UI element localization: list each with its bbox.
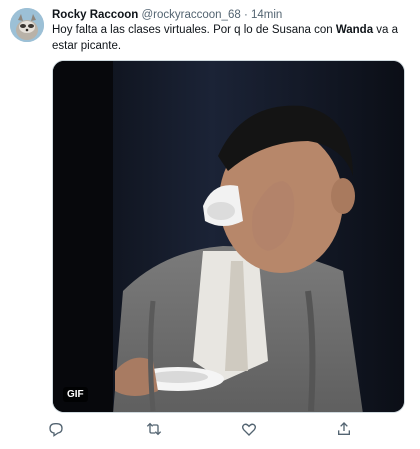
heart-icon: [242, 423, 256, 436]
gif-media[interactable]: GIF: [52, 60, 405, 413]
gif-badge: GIF: [63, 387, 88, 402]
share-button[interactable]: [336, 421, 354, 439]
share-icon: [338, 422, 350, 435]
author-handle[interactable]: @rockyraccoon_68: [141, 9, 240, 21]
tweet[interactable]: Rocky Raccoon @rockyraccoon_68 · 14min H…: [0, 0, 420, 449]
like-button[interactable]: [241, 421, 259, 439]
tweet-header: Rocky Raccoon @rockyraccoon_68 · 14min: [52, 7, 282, 23]
gif-frame-image: [53, 61, 404, 412]
raccoon-avatar-image: [10, 8, 44, 42]
tweet-text: Hoy falta a las clases virtuales. Por q …: [52, 23, 402, 54]
separator-dot: ·: [243, 9, 248, 21]
action-bar: [48, 421, 358, 439]
tweet-text-bold: Wanda: [335, 24, 374, 36]
avatar[interactable]: [10, 8, 44, 42]
author-name[interactable]: Rocky Raccoon: [52, 9, 138, 21]
retweet-icon: [146, 422, 162, 436]
reply-button[interactable]: [48, 421, 66, 439]
tweet-text-part: Hoy falta a las clases virtuales. Por q …: [52, 24, 336, 36]
retweet-button[interactable]: [146, 421, 164, 439]
timestamp[interactable]: 14min: [251, 9, 282, 21]
reply-icon: [49, 423, 63, 437]
